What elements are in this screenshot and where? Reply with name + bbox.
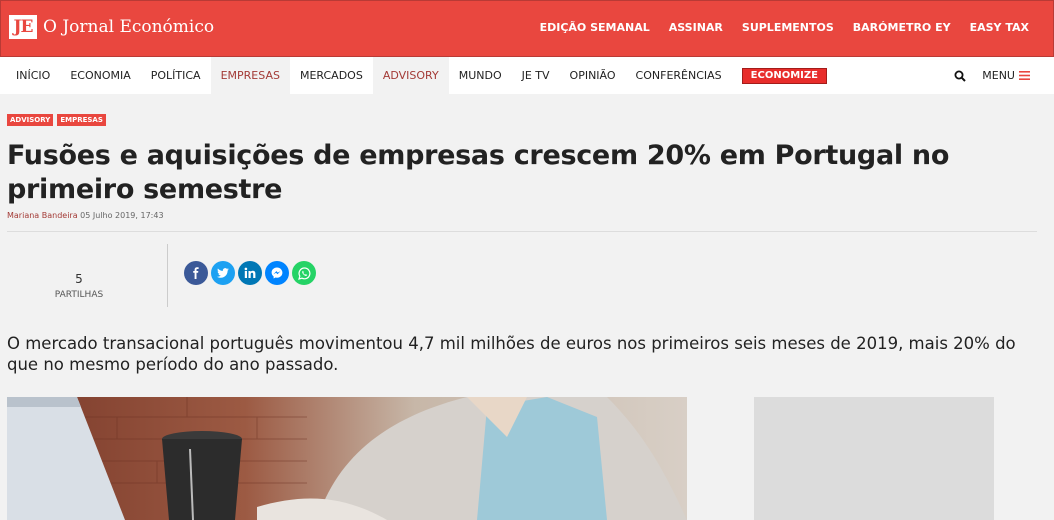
whatsapp-icon[interactable] — [292, 261, 316, 285]
top-header: JE O Jornal Económico EDIÇÃO SEMANAL ASS… — [0, 0, 1054, 57]
ad-placeholder — [754, 397, 994, 520]
article-title: Fusões e aquisições de empresas crescem … — [7, 140, 950, 205]
divider — [7, 231, 1037, 232]
site-logo[interactable]: JE O Jornal Económico — [9, 15, 214, 39]
nav-item-je-tv[interactable]: JE TV — [512, 57, 560, 94]
article-tags: ADVISORY EMPRESAS — [7, 114, 106, 126]
menu-label: MENU — [982, 69, 1015, 82]
top-links: EDIÇÃO SEMANAL ASSINAR SUPLEMENTOS BARÓM… — [540, 21, 1029, 34]
menu-button[interactable]: MENU — [982, 69, 1030, 82]
share-count-number: 5 — [75, 272, 83, 286]
nav-item-mundo[interactable]: MUNDO — [449, 57, 512, 94]
twitter-icon[interactable] — [211, 261, 235, 285]
logo-mark: JE — [9, 15, 37, 39]
article-photo — [7, 397, 687, 520]
share-count: 5 PARTILHAS — [40, 272, 118, 300]
nav-item-economia[interactable]: ECONOMIA — [60, 57, 140, 94]
author-link[interactable]: Mariana Bandeira — [7, 211, 78, 220]
linkedin-icon[interactable] — [238, 261, 262, 285]
logo-text: O Jornal Económico — [43, 17, 215, 37]
messenger-icon[interactable] — [265, 261, 289, 285]
tag-empresas[interactable]: EMPRESAS — [57, 114, 106, 126]
tag-advisory[interactable]: ADVISORY — [7, 114, 54, 126]
top-link-barometro-ey[interactable]: BARÓMETRO EY — [853, 21, 951, 34]
article-lead: O mercado transacional português movimen… — [7, 334, 1016, 374]
nav-item-mercados[interactable]: MERCADOS — [290, 57, 373, 94]
nav-item-conferencias[interactable]: CONFERÊNCIAS — [626, 57, 732, 94]
main-nav: INÍCIO ECONOMIA POLÍTICA EMPRESAS MERCAD… — [0, 57, 1054, 94]
share-count-label: PARTILHAS — [54, 290, 104, 300]
share-divider — [167, 244, 168, 307]
nav-item-advisory[interactable]: ADVISORY — [372, 57, 449, 94]
facebook-icon[interactable] — [184, 261, 208, 285]
nav-item-opiniao[interactable]: OPINIÃO — [560, 57, 626, 94]
hamburger-icon — [1019, 71, 1030, 80]
nav-item-empresas[interactable]: EMPRESAS — [210, 57, 290, 94]
nav-item-inicio[interactable]: INÍCIO — [6, 57, 60, 94]
publish-date: 05 Julho 2019, 17:43 — [80, 211, 164, 220]
top-link-assinar[interactable]: ASSINAR — [669, 21, 723, 34]
byline: Mariana Bandeira 05 Julho 2019, 17:43 — [7, 211, 164, 220]
top-link-suplementos[interactable]: SUPLEMENTOS — [742, 21, 834, 34]
economize-badge[interactable]: ECONOMIZE — [741, 67, 827, 84]
nav-item-politica[interactable]: POLÍTICA — [141, 57, 211, 94]
social-share-buttons — [184, 261, 316, 285]
top-link-easy-tax[interactable]: EASY TAX — [970, 21, 1029, 34]
search-icon[interactable] — [954, 70, 966, 82]
top-link-edicao-semanal[interactable]: EDIÇÃO SEMANAL — [540, 21, 650, 34]
